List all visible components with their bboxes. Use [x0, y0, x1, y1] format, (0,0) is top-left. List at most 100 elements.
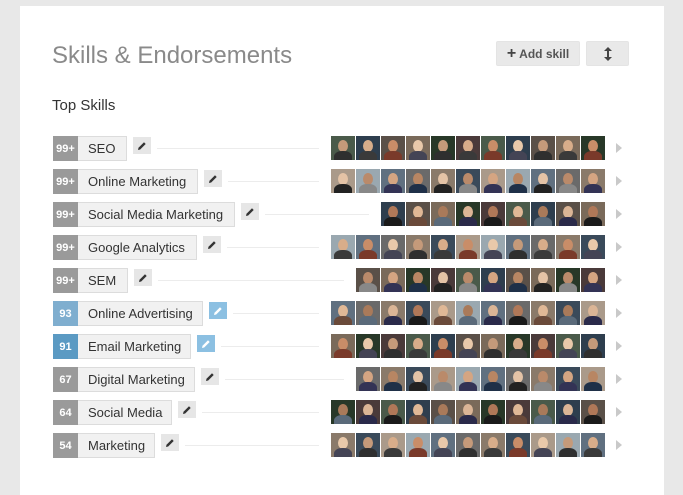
- edit-skill-button[interactable]: [134, 269, 152, 286]
- expand-arrow-icon[interactable]: [616, 242, 622, 252]
- endorser-avatar[interactable]: [381, 268, 405, 292]
- add-skill-button[interactable]: + Add skill: [496, 41, 580, 66]
- endorser-avatar[interactable]: [506, 136, 530, 160]
- endorser-avatar[interactable]: [581, 367, 605, 391]
- endorser-avatar[interactable]: [481, 367, 505, 391]
- skill-row[interactable]: 99+ Online Marketing: [20, 169, 664, 194]
- edit-skill-button[interactable]: [209, 302, 227, 319]
- skill-row[interactable]: 99+ Google Analytics: [20, 235, 664, 260]
- endorser-avatar[interactable]: [406, 202, 430, 226]
- skill-row[interactable]: 91 Email Marketing: [20, 334, 664, 359]
- endorser-avatar[interactable]: [581, 334, 605, 358]
- endorser-avatar[interactable]: [431, 202, 455, 226]
- endorser-avatar[interactable]: [581, 268, 605, 292]
- endorser-avatar[interactable]: [431, 334, 455, 358]
- endorser-avatar[interactable]: [331, 169, 355, 193]
- edit-skill-button[interactable]: [133, 137, 151, 154]
- endorser-avatar[interactable]: [581, 169, 605, 193]
- endorser-avatar[interactable]: [331, 235, 355, 259]
- endorser-avatar[interactable]: [356, 136, 380, 160]
- endorser-avatar[interactable]: [431, 301, 455, 325]
- endorser-avatar[interactable]: [381, 169, 405, 193]
- endorser-avatar[interactable]: [556, 202, 580, 226]
- endorser-avatar[interactable]: [431, 400, 455, 424]
- endorser-avatar[interactable]: [556, 169, 580, 193]
- endorser-avatar[interactable]: [531, 334, 555, 358]
- endorser-avatar[interactable]: [406, 400, 430, 424]
- skill-name[interactable]: Google Analytics: [78, 235, 197, 260]
- endorser-avatar[interactable]: [481, 136, 505, 160]
- endorser-avatar[interactable]: [481, 400, 505, 424]
- expand-arrow-icon[interactable]: [616, 374, 622, 384]
- endorser-avatar[interactable]: [431, 367, 455, 391]
- edit-skill-button[interactable]: [197, 335, 215, 352]
- endorser-avatar[interactable]: [506, 301, 530, 325]
- endorser-avatar[interactable]: [481, 334, 505, 358]
- endorser-avatar[interactable]: [531, 367, 555, 391]
- endorser-avatar[interactable]: [556, 334, 580, 358]
- endorser-avatar[interactable]: [506, 235, 530, 259]
- endorser-avatar[interactable]: [556, 367, 580, 391]
- expand-arrow-icon[interactable]: [616, 341, 622, 351]
- endorser-avatar[interactable]: [356, 235, 380, 259]
- endorser-avatar[interactable]: [381, 400, 405, 424]
- endorsement-count[interactable]: 93: [53, 301, 78, 326]
- endorser-avatar[interactable]: [556, 235, 580, 259]
- endorser-avatar[interactable]: [406, 235, 430, 259]
- endorser-avatar[interactable]: [506, 400, 530, 424]
- endorser-avatar[interactable]: [481, 169, 505, 193]
- endorsement-count[interactable]: 99+: [53, 268, 78, 293]
- endorser-avatar[interactable]: [531, 400, 555, 424]
- endorser-avatar[interactable]: [456, 235, 480, 259]
- endorser-avatar[interactable]: [556, 433, 580, 457]
- skill-name[interactable]: Email Marketing: [78, 334, 191, 359]
- endorser-avatar[interactable]: [581, 400, 605, 424]
- expand-arrow-icon[interactable]: [616, 143, 622, 153]
- endorser-avatar[interactable]: [506, 334, 530, 358]
- edit-skill-button[interactable]: [241, 203, 259, 220]
- endorser-avatar[interactable]: [481, 301, 505, 325]
- skill-row[interactable]: 99+ SEM: [20, 268, 664, 293]
- endorser-avatar[interactable]: [481, 433, 505, 457]
- endorser-avatar[interactable]: [456, 301, 480, 325]
- endorser-avatar[interactable]: [381, 202, 405, 226]
- endorsement-count[interactable]: 67: [53, 367, 78, 392]
- endorser-avatar[interactable]: [406, 169, 430, 193]
- expand-arrow-icon[interactable]: [616, 407, 622, 417]
- edit-skill-button[interactable]: [203, 236, 221, 253]
- skill-name[interactable]: SEO: [78, 136, 127, 161]
- endorser-avatar[interactable]: [331, 136, 355, 160]
- endorser-avatar[interactable]: [381, 136, 405, 160]
- endorser-avatar[interactable]: [356, 400, 380, 424]
- expand-arrow-icon[interactable]: [616, 275, 622, 285]
- endorser-avatar[interactable]: [406, 367, 430, 391]
- endorser-avatar[interactable]: [506, 268, 530, 292]
- endorser-avatar[interactable]: [356, 367, 380, 391]
- skill-row[interactable]: 67 Digital Marketing: [20, 367, 664, 392]
- endorser-avatar[interactable]: [356, 433, 380, 457]
- endorser-avatar[interactable]: [531, 169, 555, 193]
- skill-row[interactable]: 99+ SEO: [20, 136, 664, 161]
- endorser-avatar[interactable]: [481, 235, 505, 259]
- endorser-avatar[interactable]: [431, 433, 455, 457]
- endorser-avatar[interactable]: [356, 268, 380, 292]
- skill-name[interactable]: Social Media Marketing: [78, 202, 235, 227]
- endorser-avatar[interactable]: [531, 202, 555, 226]
- endorsement-count[interactable]: 99+: [53, 136, 78, 161]
- skill-row[interactable]: 99+ Social Media Marketing: [20, 202, 664, 227]
- endorsement-count[interactable]: 91: [53, 334, 78, 359]
- endorser-avatar[interactable]: [506, 169, 530, 193]
- endorser-avatar[interactable]: [381, 334, 405, 358]
- skill-name[interactable]: Online Marketing: [78, 169, 198, 194]
- endorser-avatar[interactable]: [356, 169, 380, 193]
- endorser-avatar[interactable]: [431, 235, 455, 259]
- skill-row[interactable]: 93 Online Advertising: [20, 301, 664, 326]
- endorser-avatar[interactable]: [406, 334, 430, 358]
- endorser-avatar[interactable]: [531, 136, 555, 160]
- endorser-avatar[interactable]: [431, 136, 455, 160]
- endorser-avatar[interactable]: [331, 433, 355, 457]
- endorser-avatar[interactable]: [456, 268, 480, 292]
- endorser-avatar[interactable]: [406, 301, 430, 325]
- endorser-avatar[interactable]: [406, 433, 430, 457]
- endorser-avatar[interactable]: [581, 136, 605, 160]
